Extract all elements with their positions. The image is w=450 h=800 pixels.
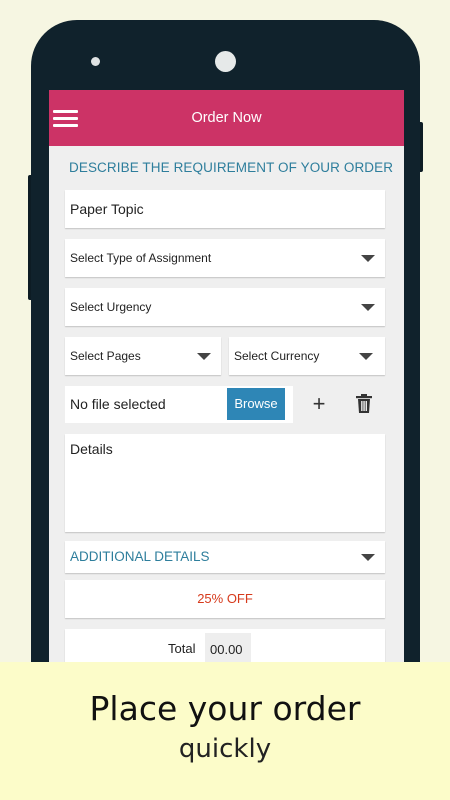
phone-camera [215,51,236,72]
banner-subtitle: quickly [178,734,272,764]
chevron-down-icon [361,554,375,561]
chevron-down-icon [359,353,373,360]
app-bar: Order Now [49,90,404,146]
plus-icon[interactable]: + [309,393,329,415]
discount-label: 25% OFF [197,591,253,606]
pages-label: Select Pages [70,349,141,363]
chevron-down-icon [197,353,211,360]
currency-select[interactable]: Select Currency [229,337,385,375]
currency-label: Select Currency [234,349,320,363]
details-textarea[interactable]: Details [65,434,385,532]
details-placeholder: Details [70,441,113,457]
browse-button[interactable]: Browse [227,388,285,420]
total-label: Total [168,641,196,656]
banner-title: Place your order [89,689,361,728]
paper-topic-input[interactable]: Paper Topic [65,190,385,228]
assignment-type-label: Select Type of Assignment [70,251,212,265]
promo-banner: Place your order quickly [0,662,450,800]
chevron-down-icon [361,255,375,262]
file-status: No file selected [70,396,166,412]
additional-details-toggle[interactable]: ADDITIONAL DETAILS [65,541,385,573]
section-title: DESCRIBE THE REQUIREMENT OF YOUR ORDER [69,160,394,175]
trash-icon[interactable] [355,394,373,414]
urgency-select[interactable]: Select Urgency [65,288,385,326]
paper-topic-placeholder: Paper Topic [70,201,144,217]
app-title: Order Now [191,110,262,126]
additional-details-label: ADDITIONAL DETAILS [70,549,210,564]
total-value-box: 00.00 [205,633,251,665]
phone-sensor-dot [91,57,100,66]
urgency-label: Select Urgency [70,300,152,314]
discount-banner: 25% OFF [65,580,385,618]
app-screen: Order Now DESCRIBE THE REQUIREMENT OF YO… [49,90,404,690]
total-value: 00.00 [210,642,243,657]
pages-select[interactable]: Select Pages [65,337,221,375]
assignment-type-select[interactable]: Select Type of Assignment [65,239,385,277]
chevron-down-icon [361,304,375,311]
